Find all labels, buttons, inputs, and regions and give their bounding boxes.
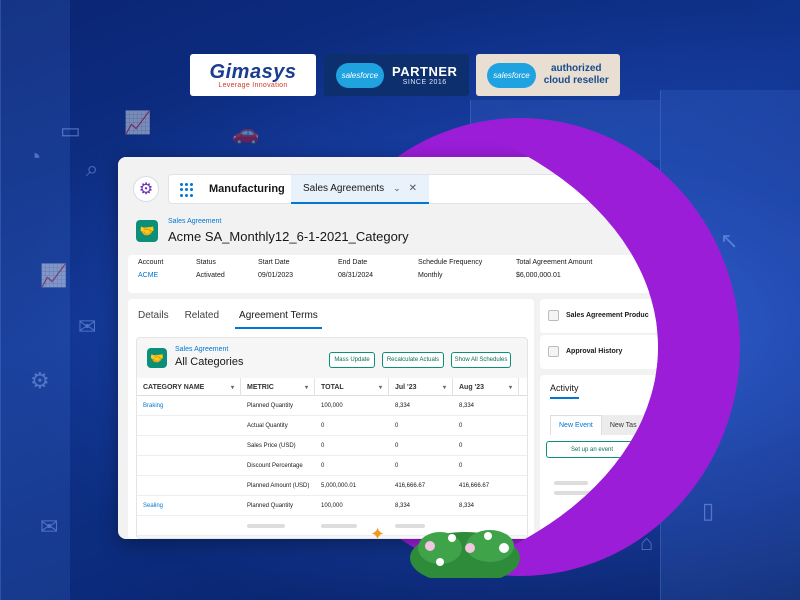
record-tabs: Details Related Agreement Terms [138, 307, 328, 329]
recalculate-actuals-button[interactable]: Recalculate Actuals [382, 352, 444, 368]
highlight-total-amount: Total Agreement Amount $6,000,000.01 [516, 259, 593, 279]
category-link[interactable]: Braking [137, 396, 163, 416]
approval-history-card[interactable]: Approval History [540, 335, 658, 369]
highlight-account: Account ACME [138, 259, 164, 279]
highlight-end-date: End Date 08/31/2024 [338, 259, 374, 279]
card-icon [548, 346, 559, 357]
tab-agreement-terms[interactable]: Agreement Terms [235, 307, 322, 329]
mobile-icon: ▯ [702, 498, 715, 523]
table-row: Sales Price (USD) 0 0 0 [137, 436, 527, 456]
account-link[interactable]: ACME [138, 272, 163, 279]
highlight-status: Status Activated [196, 259, 225, 279]
highlights-panel: Account ACME Status Activated Start Date… [128, 255, 658, 293]
show-all-schedules-button[interactable]: Show All Schedules [451, 352, 511, 368]
chevron-down-icon[interactable]: ⌄ [393, 183, 401, 194]
chart-icon: 📈 [40, 263, 68, 288]
agreement-terms-panel: 🤝 Sales Agreement All Categories Mass Up… [136, 337, 528, 539]
tab-details[interactable]: Details [138, 307, 179, 329]
partner-title: PARTNER [392, 64, 458, 79]
cursor-icon: ↖ [720, 228, 739, 253]
column-header[interactable]: Jul '23 ▾ [389, 378, 453, 396]
salesforce-cloud-icon: salesforce [487, 62, 536, 88]
card-title: Sales Agreement Produc [566, 312, 649, 319]
skeleton-bar [247, 524, 285, 528]
partner-since: SINCE 2016 [402, 79, 447, 86]
panel-type: Sales Agreement [175, 346, 229, 353]
settings-icon: ⚙ [30, 368, 50, 393]
settings-button[interactable]: ⚙ [133, 176, 159, 202]
bg-building [0, 0, 70, 600]
gimasys-tagline: Leverage Innovation [218, 81, 288, 89]
search-icon: ⌕ [86, 156, 99, 181]
salesforce-cloud-icon: salesforce [335, 62, 385, 88]
table-row: Sealing Planned Quantity 100,000 8,334 8… [137, 496, 527, 516]
record-type: Sales Agreement [168, 218, 222, 225]
mail-icon: ✉ [78, 314, 97, 339]
chevron-down-icon: ▾ [378, 384, 382, 391]
salesforce-partner-logo: salesforce PARTNER SINCE 2016 [324, 54, 469, 96]
car-icon: 🚗 [232, 120, 260, 145]
table-row: Discount Percentage 0 0 0 [137, 456, 527, 476]
skeleton-bar [554, 481, 588, 485]
handshake-icon: 🤝 [147, 348, 167, 368]
pie-chart-icon: ◔ [28, 144, 42, 169]
flowers-decoration [410, 530, 520, 578]
table-header: CATEGORY NAME ▾ METRIC ▾ TOTAL ▾ Jul '23 ▾ A… [137, 378, 527, 396]
column-header[interactable]: Aug '23 ▾ [453, 378, 519, 396]
record-title: Acme SA_Monthly12_6-1-2021_Category [168, 229, 409, 244]
column-header[interactable]: TOTAL ▾ [315, 378, 389, 396]
handshake-icon: 🤝 [136, 220, 158, 242]
record-header: 🤝 Sales Agreement Acme SA_Monthly12_6-1-… [128, 212, 658, 254]
butterfly-icon: ✦ [370, 524, 386, 544]
mail-icon: ✉ [40, 514, 59, 539]
highlight-schedule-frequency: Schedule Frequency Monthly [418, 259, 483, 279]
highlight-start-date: Start Date 09/01/2023 [258, 259, 294, 279]
chart-icon: 📈 [124, 110, 152, 135]
column-header[interactable]: METRIC ▾ [241, 378, 315, 396]
tab-sales-agreements[interactable]: Sales Agreements ⌄ ✕ [291, 175, 429, 204]
chevron-down-icon: ▾ [442, 384, 446, 391]
tab-label: Sales Agreements [303, 183, 385, 194]
panel-title: All Categories [175, 356, 244, 368]
card-title: Approval History [566, 348, 623, 355]
tab-related[interactable]: Related [185, 307, 229, 329]
activity-tabs: New Event New Tas [550, 415, 645, 435]
gear-icon: ⚙ [138, 181, 154, 198]
sales-agreement-products-card[interactable]: Sales Agreement Produc [540, 299, 658, 333]
app-window: ⚙ Manufacturing Sales Agreements ⌄ ✕ 🤝 S… [118, 157, 658, 539]
chevron-down-icon: ▾ [508, 384, 512, 391]
card-icon [548, 310, 559, 321]
panel-header: 🤝 Sales Agreement All Categories Mass Up… [137, 338, 527, 378]
reseller-line-2: cloud reseller [543, 75, 609, 86]
column-header[interactable]: CATEGORY NAME ▾ [137, 378, 241, 396]
reseller-line-1: authorized [550, 63, 602, 74]
table-row: Actual Quantity 0 0 0 [137, 416, 527, 436]
table-row: Braking Planned Quantity 100,000 8,334 8… [137, 396, 527, 416]
table-row: Planned Amount (USD) 5,000,000.01 416,66… [137, 476, 527, 496]
mass-update-button[interactable]: Mass Update [329, 352, 375, 368]
chevron-down-icon: ▾ [304, 384, 308, 391]
app-name: Manufacturing [209, 183, 285, 195]
main-card: Details Related Agreement Terms 🤝 Sales … [128, 299, 534, 539]
chevron-down-icon: ▾ [230, 384, 234, 391]
skeleton-bar [321, 524, 357, 528]
gimasys-wordmark: Gimasys [209, 60, 297, 83]
category-link[interactable]: Sealing [137, 496, 163, 516]
tab-activity[interactable]: Activity [550, 383, 579, 399]
folder-icon: ▭ [60, 118, 81, 143]
tab-new-event[interactable]: New Event [550, 415, 602, 435]
app-launcher-icon[interactable] [180, 183, 194, 197]
gimasys-logo: Gimasys Leverage Innovation [190, 54, 316, 96]
salesforce-reseller-logo: salesforce authorized cloud reseller [476, 54, 620, 96]
close-icon[interactable]: ✕ [409, 183, 417, 194]
